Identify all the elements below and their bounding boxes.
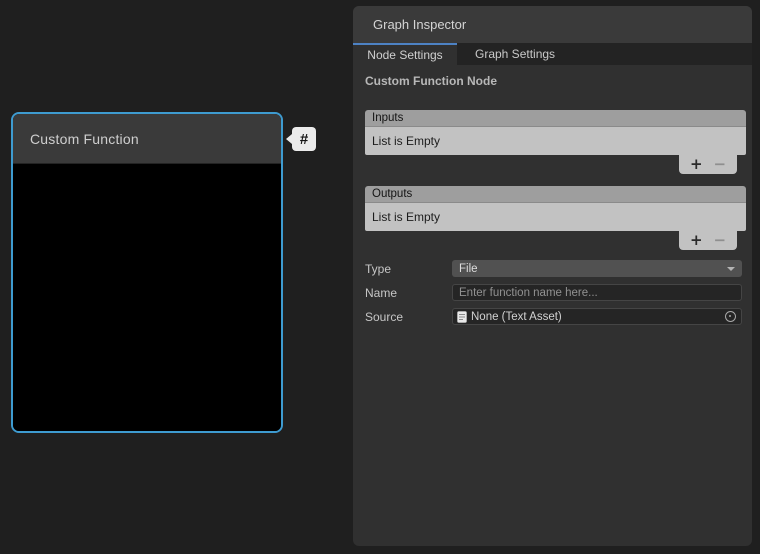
tab-graph-settings-label: Graph Settings [475,47,555,61]
text-asset-icon [457,311,467,323]
source-label: Source [365,310,452,324]
inputs-list-title: Inputs [372,112,403,124]
tab-bar: Node Settings Graph Settings [353,43,752,65]
inputs-remove-button[interactable]: − [713,156,726,173]
inputs-list-empty-row: List is Empty [365,127,746,155]
panel-header[interactable]: Graph Inspector [353,6,752,43]
object-picker-icon[interactable] [725,311,736,322]
outputs-list-empty-row: List is Empty [365,203,746,231]
source-object-value: None (Text Asset) [471,311,562,323]
name-row: Name [365,284,742,301]
section-heading: Custom Function Node [365,74,746,88]
inputs-list-header[interactable]: Inputs [365,110,746,127]
outputs-list: Outputs List is Empty + − [365,186,746,250]
function-name-input[interactable] [452,284,742,301]
type-row: Type File [365,260,742,277]
inputs-list: Inputs List is Empty + − [365,110,746,174]
inputs-empty-label: List is Empty [372,134,440,148]
outputs-empty-label: List is Empty [372,210,440,224]
outputs-add-button[interactable]: + [690,232,703,249]
outputs-list-footer: + − [679,231,737,250]
outputs-list-header[interactable]: Outputs [365,186,746,203]
badge-tail [286,134,292,144]
inspector-content: Custom Function Node Inputs List is Empt… [353,65,752,325]
inputs-list-footer-row: + − [365,155,746,174]
graph-inspector-panel: Graph Inspector Node Settings Graph Sett… [353,6,752,546]
tab-node-settings[interactable]: Node Settings [353,43,457,65]
custom-function-node[interactable]: Custom Function [11,112,283,433]
node-preview-area [13,164,281,431]
inputs-list-footer: + − [679,155,737,174]
tab-node-settings-label: Node Settings [367,48,442,62]
hash-icon: # [300,131,308,148]
node-hash-badge[interactable]: # [292,127,316,151]
tab-graph-settings[interactable]: Graph Settings [457,43,573,65]
outputs-list-title: Outputs [372,188,412,200]
node-title: Custom Function [30,131,139,147]
inputs-add-button[interactable]: + [690,156,703,173]
outputs-list-footer-row: + − [365,231,746,250]
type-dropdown[interactable]: File [452,260,742,277]
outputs-remove-button[interactable]: − [713,232,726,249]
properties: Type File Name Source [365,260,746,325]
source-object-field[interactable]: None (Text Asset) [452,308,742,325]
chevron-down-icon [727,267,735,271]
source-row: Source None (Text Asset) [365,308,742,325]
type-dropdown-value: File [459,263,478,275]
type-label: Type [365,262,452,276]
name-label: Name [365,286,452,300]
node-title-bar[interactable]: Custom Function [13,114,281,164]
panel-title: Graph Inspector [373,17,466,32]
